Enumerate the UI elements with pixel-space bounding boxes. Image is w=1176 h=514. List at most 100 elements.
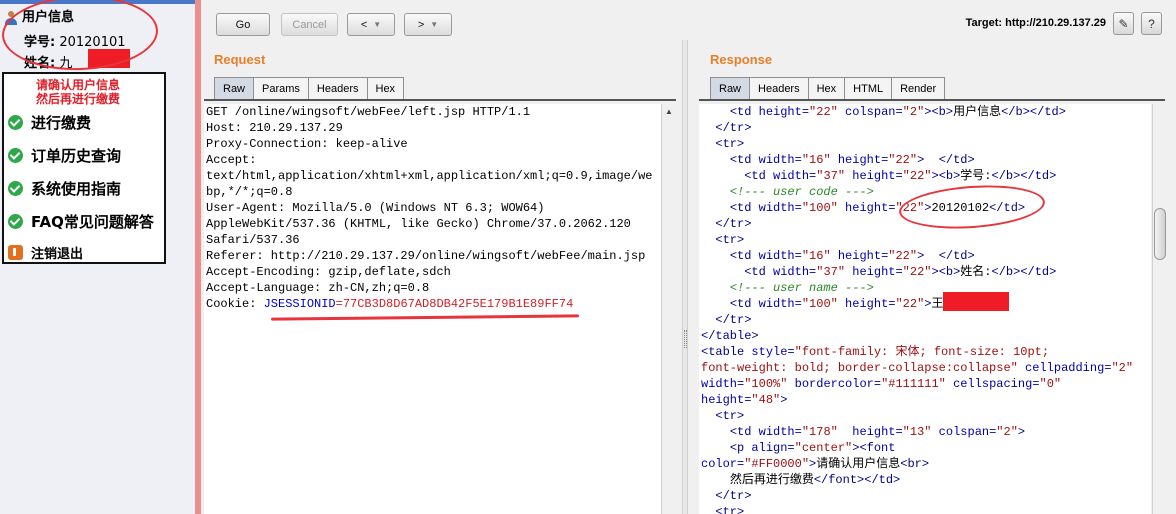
response-line: <td width="37" height="22"><b>姓名:</b></t…: [701, 264, 1151, 280]
response-token: height=: [830, 249, 889, 263]
response-line: <tr>: [701, 504, 1151, 514]
response-line: <td width="37" height="22"><b>学号:</b></t…: [701, 168, 1151, 184]
tab-params[interactable]: Params: [253, 77, 309, 99]
menu-item-label: 订单历史查询: [31, 147, 122, 165]
request-line: Accept:: [206, 153, 257, 167]
response-token: <td: [729, 201, 759, 215]
response-token: [701, 217, 715, 231]
request-tabs: Raw Params Headers Hex: [214, 77, 405, 99]
response-token: <!--- user code --->: [729, 185, 874, 199]
green-check-icon: [8, 148, 23, 163]
help-icon: ?: [1148, 16, 1155, 31]
response-token: height=: [837, 201, 896, 215]
grip-icon: [684, 330, 687, 348]
forward-button[interactable]: > ▼: [404, 13, 452, 36]
tab-raw[interactable]: Raw: [214, 77, 255, 99]
back-button[interactable]: < ▼: [347, 13, 395, 36]
response-token: "font-family: 宋体; font-size: 10pt;: [794, 345, 1050, 359]
request-line: User-Agent: Mozilla/5.0 (Windows NT 6.3;…: [206, 201, 545, 215]
response-token: "16": [801, 153, 831, 167]
response-token: 王: [931, 297, 944, 311]
response-line: </tr>: [701, 312, 1151, 328]
response-token: <tr>: [715, 233, 745, 247]
response-token: <tr>: [715, 505, 745, 514]
response-line: <td height="22" colspan="2"><b>用户信息</b><…: [701, 104, 1151, 120]
response-token: [701, 169, 744, 183]
response-token: "2": [1111, 361, 1134, 375]
response-token: </font>: [813, 473, 865, 487]
response-token: "2": [996, 425, 1018, 439]
response-line: font-weight: bold; border-collapse:colla…: [701, 360, 1151, 376]
tab-render[interactable]: Render: [891, 77, 946, 99]
request-line: text/html,application/xhtml+xml,applicat…: [206, 169, 653, 183]
response-line: <td width="16" height="22"> </td>: [701, 152, 1151, 168]
response-token: </b>: [991, 169, 1021, 183]
response-token: </b>: [1001, 105, 1030, 119]
response-token: width=: [758, 153, 802, 167]
response-token: <td: [729, 297, 759, 311]
response-token: 请确认用户信息: [816, 457, 901, 471]
tab-hex[interactable]: Hex: [807, 77, 846, 99]
menu-item-faq[interactable]: FAQ常见问题解答: [8, 211, 154, 232]
response-token: width=: [773, 265, 817, 279]
go-button[interactable]: Go: [216, 13, 270, 36]
help-button[interactable]: ?: [1141, 12, 1162, 35]
response-token: </tr>: [715, 489, 752, 503]
response-token: <br>: [900, 457, 930, 471]
request-editor[interactable]: GET /online/wingsoft/webFee/left.jsp HTT…: [204, 104, 661, 514]
response-token: [701, 105, 730, 119]
menu-item-logout[interactable]: 注销退出: [8, 243, 83, 262]
response-editor[interactable]: <td height="22" colspan="2"><b>用户信息</b><…: [699, 104, 1151, 514]
response-line: width="100%" bordercolor="#111111" cells…: [701, 376, 1151, 392]
response-token: width=: [758, 249, 802, 263]
response-token: color=: [701, 457, 745, 471]
response-token: <td: [729, 105, 759, 119]
response-token: "2": [902, 105, 925, 119]
response-token: "100": [801, 201, 838, 215]
cancel-button[interactable]: Cancel: [281, 13, 338, 36]
tab-hex[interactable]: Hex: [366, 77, 405, 99]
response-token: "#FF0000": [744, 457, 810, 471]
menu-item-order-history[interactable]: 订单历史查询: [8, 145, 121, 166]
tab-headers[interactable]: Headers: [307, 77, 368, 99]
scroll-thumb[interactable]: [1154, 208, 1166, 260]
tab-headers[interactable]: Headers: [749, 77, 809, 99]
response-token: align=: [751, 441, 795, 455]
menu-item-pay[interactable]: 进行缴费: [8, 112, 91, 133]
split-divider[interactable]: [682, 40, 688, 514]
confirm-notice: 请确认用户信息 然后再进行缴费: [36, 78, 120, 106]
response-token: "22": [895, 297, 925, 311]
request-line: AppleWebKit/537.36 (KHTML, like Gecko) C…: [206, 217, 631, 231]
response-token: [701, 409, 715, 423]
response-line: <tr>: [701, 136, 1151, 152]
response-token: "22": [888, 153, 918, 167]
cookie-prefix: Cookie:: [206, 297, 264, 311]
request-line: Proxy-Connection: keep-alive: [206, 137, 408, 151]
response-token: >: [917, 153, 939, 167]
tab-html[interactable]: HTML: [844, 77, 893, 99]
response-token: </td>: [864, 473, 901, 487]
response-token: height=: [837, 425, 903, 439]
response-token: width=: [758, 425, 802, 439]
response-token: 学号:: [960, 169, 992, 183]
response-token: "100%": [744, 377, 788, 391]
response-token: </tr>: [715, 121, 752, 135]
response-token: [701, 121, 715, 135]
response-token: >: [1017, 425, 1026, 439]
response-token: 用户信息: [953, 105, 1002, 119]
request-line: Accept-Encoding: gzip,deflate,sdch: [206, 265, 451, 279]
response-token: "16": [801, 249, 831, 263]
response-token: <td: [729, 425, 759, 439]
scroll-up-icon[interactable]: ▲: [662, 104, 676, 118]
menu-item-guide[interactable]: 系统使用指南: [8, 178, 121, 199]
pencil-icon: ✎: [1118, 16, 1129, 31]
response-token: >: [931, 169, 939, 183]
request-scrollbar[interactable]: ▲: [661, 104, 675, 514]
response-token: "22": [888, 249, 918, 263]
response-line: <td width="16" height="22"> </td>: [701, 248, 1151, 264]
response-token: width=: [773, 169, 817, 183]
edit-target-button[interactable]: ✎: [1113, 12, 1134, 35]
response-scrollbar[interactable]: [1152, 104, 1166, 514]
menu-item-label: 进行缴费: [31, 114, 92, 132]
tab-raw[interactable]: Raw: [710, 77, 751, 99]
